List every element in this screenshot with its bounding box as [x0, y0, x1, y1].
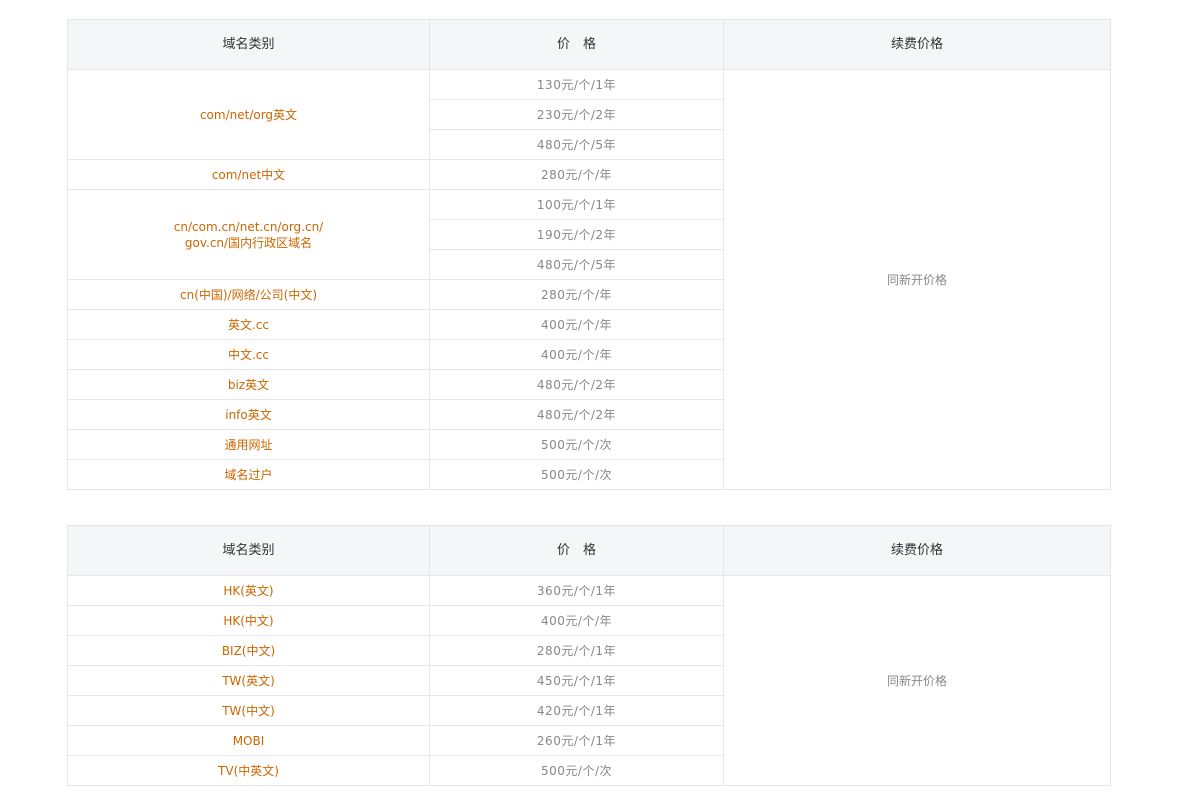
category-cell: TW(中文) — [67, 695, 430, 726]
price-cell: 100元/个/1年 — [429, 189, 724, 220]
category-cell: 通用网址 — [67, 429, 430, 460]
category-cell: com/net中文 — [67, 159, 430, 190]
price-cell: 260元/个/1年 — [429, 725, 724, 756]
header-category: 域名类别 — [67, 525, 430, 576]
domain-price-table-1: 域名类别 价 格 续费价格 com/net/org英文 130元/个/1年 同新… — [67, 19, 1111, 490]
category-cell: HK(中文) — [67, 605, 430, 636]
price-cell: 500元/个/次 — [429, 755, 724, 786]
category-cell: 域名过户 — [67, 459, 430, 490]
category-cell: com/net/org英文 — [67, 69, 430, 160]
price-cell: 190元/个/2年 — [429, 219, 724, 250]
category-cell: cn(中国)/网络/公司(中文) — [67, 279, 430, 310]
category-cell: biz英文 — [67, 369, 430, 400]
category-cell: cn/com.cn/net.cn/org.cn/gov.cn/国内行政区域名 — [67, 189, 430, 280]
category-cell: TV(中英文) — [67, 755, 430, 786]
price-cell: 500元/个/次 — [429, 459, 724, 490]
price-cell: 480元/个/2年 — [429, 399, 724, 430]
price-cell: 480元/个/2年 — [429, 369, 724, 400]
price-cell: 230元/个/2年 — [429, 99, 724, 130]
header-price: 价 格 — [429, 525, 724, 576]
category-cell: TW(英文) — [67, 665, 430, 696]
price-cell: 130元/个/1年 — [429, 69, 724, 100]
category-cell: 中文.cc — [67, 339, 430, 370]
price-cell: 500元/个/次 — [429, 429, 724, 460]
header-category: 域名类别 — [67, 19, 430, 70]
category-cell: info英文 — [67, 399, 430, 430]
price-cell: 360元/个/1年 — [429, 575, 724, 606]
price-cell: 480元/个/5年 — [429, 249, 724, 280]
header-price: 价 格 — [429, 19, 724, 70]
category-cell: HK(英文) — [67, 575, 430, 606]
price-cell: 280元/个/年 — [429, 159, 724, 190]
category-cell: 英文.cc — [67, 309, 430, 340]
category-cell: MOBI — [67, 725, 430, 756]
renewal-cell: 同新开价格 — [723, 575, 1111, 786]
category-cell: BIZ(中文) — [67, 635, 430, 666]
price-cell: 280元/个/1年 — [429, 635, 724, 666]
price-cell: 400元/个/年 — [429, 339, 724, 370]
category-line: gov.cn/国内行政区域名 — [184, 235, 313, 250]
category-line: cn/com.cn/net.cn/org.cn/ — [173, 219, 324, 234]
price-cell: 400元/个/年 — [429, 309, 724, 340]
header-renewal: 续费价格 — [723, 525, 1111, 576]
price-cell: 420元/个/1年 — [429, 695, 724, 726]
renewal-cell: 同新开价格 — [723, 69, 1111, 490]
price-cell: 280元/个/年 — [429, 279, 724, 310]
domain-price-table-2: 域名类别 价 格 续费价格 HK(英文) 360元/个/1年 同新开价格 HK(… — [67, 525, 1111, 786]
price-cell: 450元/个/1年 — [429, 665, 724, 696]
header-renewal: 续费价格 — [723, 19, 1111, 70]
price-cell: 400元/个/年 — [429, 605, 724, 636]
price-cell: 480元/个/5年 — [429, 129, 724, 160]
